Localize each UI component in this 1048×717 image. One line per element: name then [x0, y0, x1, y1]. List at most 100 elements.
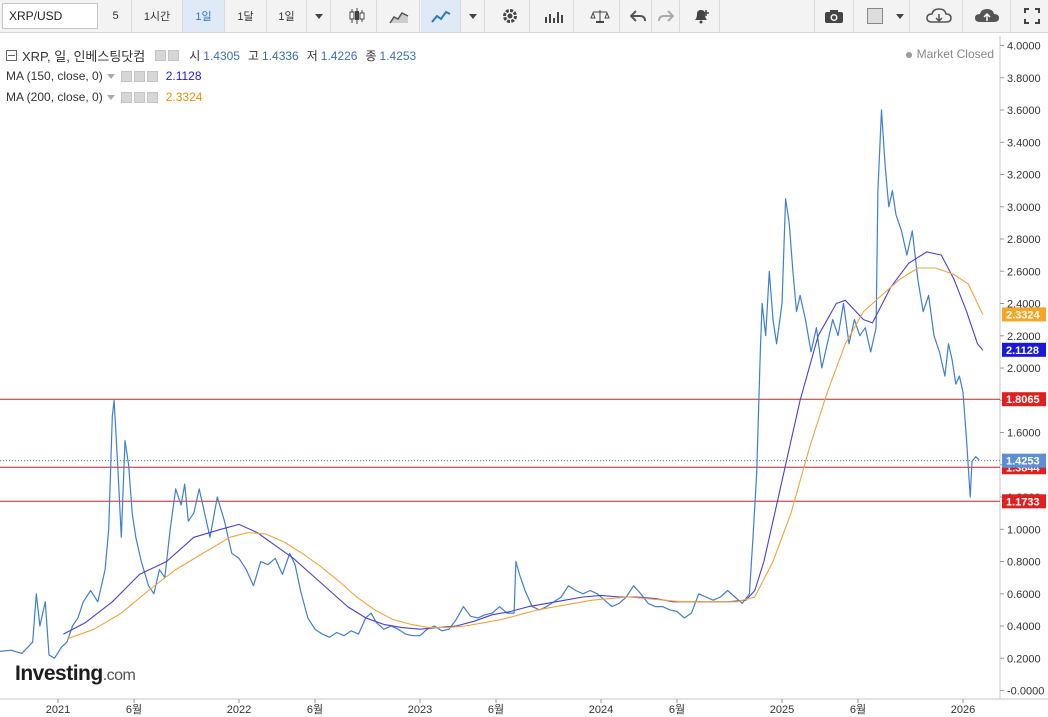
last-price-tag	[1002, 453, 1046, 468]
scale-icon	[589, 10, 610, 23]
y-tick-label: 2.8000	[1007, 234, 1041, 246]
area-chart-button[interactable]	[378, 0, 420, 32]
level-price-tag	[1002, 494, 1046, 509]
logo-main: Investing	[15, 662, 103, 685]
interval-5[interactable]: 5	[100, 0, 132, 32]
y-tick-label: 0.6000	[1007, 589, 1041, 601]
settings-button[interactable]	[490, 0, 530, 32]
toolbar: XRP/USD 5 1시간 1일 1달 1일	[0, 0, 1048, 33]
undo-button[interactable]	[624, 0, 652, 32]
x-tick-label: 2026	[951, 704, 975, 716]
level-price-tag-label: 1.1733	[1006, 496, 1040, 508]
last-price-tag-label: 1.4253	[1006, 456, 1040, 468]
legend-main: XRP, 일, 인베스팅닷컴 시 1.4305 고 1.4336 저 1.4226 종…	[6, 46, 424, 65]
legend-ma150: MA (150, close, 0) 2.1128	[6, 69, 202, 83]
settings-mini-icon[interactable]	[133, 70, 145, 82]
symbol-input[interactable]: XRP/USD	[2, 3, 98, 29]
ma200-value: 2.3324	[165, 90, 203, 104]
interval-dropdown-button[interactable]	[307, 0, 331, 32]
close-icon[interactable]	[146, 70, 158, 82]
y-tick-label: 1.0000	[1007, 524, 1041, 536]
redo-icon	[657, 10, 674, 22]
visibility-icon[interactable]	[120, 91, 132, 103]
y-tick-label: 3.2000	[1007, 170, 1041, 182]
camera-icon	[825, 10, 843, 23]
line-chart-button[interactable]	[421, 0, 461, 32]
screenshot-button[interactable]	[814, 0, 854, 32]
level-price-tag-label: 1.8065	[1006, 394, 1040, 406]
y-tick-label: 0.8000	[1007, 557, 1041, 569]
low-label: 저	[306, 49, 318, 63]
collapse-legend-icon[interactable]	[6, 50, 17, 61]
template-button[interactable]	[860, 0, 890, 32]
status-dot-icon	[905, 51, 912, 58]
indicators-icon	[544, 12, 563, 23]
chart-type-dropdown[interactable]	[461, 0, 485, 32]
x-tick-label: 2024	[589, 704, 613, 716]
high-label: 고	[247, 49, 260, 63]
legend-title: XRP, 일, 인베스팅닷컴	[22, 49, 146, 64]
chevron-down-icon[interactable]	[106, 94, 115, 100]
y-tick-label: 3.8000	[1007, 73, 1041, 85]
y-tick-label: 1.8000	[1007, 395, 1041, 407]
redo-button[interactable]	[652, 0, 680, 32]
close-label: 종	[365, 49, 377, 63]
compare-button[interactable]	[580, 0, 620, 32]
ma150-value: 2.1128	[165, 69, 202, 83]
price-chart[interactable]: 4.0000 3.8000 3.6000 3.4000 3.2000 3.0000 2.80…	[0, 0, 1048, 717]
x-tick-label: 6월	[850, 703, 866, 716]
cloud-download-icon	[925, 8, 952, 23]
ma200-price-tag	[1002, 307, 1046, 322]
y-tick-label: 1.6000	[1007, 428, 1041, 440]
template-dropdown[interactable]	[890, 0, 910, 32]
legend-ma200: MA (200, close, 0) 2.3324	[6, 90, 202, 104]
area-chart-icon	[388, 12, 408, 24]
fullscreen-button[interactable]	[1015, 0, 1048, 32]
y-tick-label: 3.6000	[1007, 105, 1041, 117]
visibility-icon[interactable]	[155, 50, 167, 61]
ma200-price-tag-label: 2.3324	[1006, 309, 1041, 321]
y-tick-label: 4.0000	[1007, 41, 1041, 53]
square-icon	[867, 8, 883, 24]
market-status: Market Closed	[905, 47, 994, 61]
ma200-label: MA (200, close, 0)	[6, 90, 103, 104]
visibility-icon[interactable]	[120, 70, 132, 82]
x-tick-label: 6월	[669, 703, 685, 716]
cloud-save-button[interactable]	[963, 0, 1011, 32]
interval-1-month[interactable]: 1달	[225, 0, 267, 32]
cloud-load-button[interactable]	[915, 0, 963, 32]
close-icon[interactable]	[146, 91, 158, 103]
candle-chart-button[interactable]	[337, 0, 377, 32]
y-tick-label: -0.0000	[1007, 686, 1044, 698]
ma150-series-line	[63, 251, 984, 635]
ma150-price-tag-label: 2.1128	[1006, 345, 1039, 357]
indicators-button[interactable]	[534, 0, 574, 32]
interval-custom[interactable]: 1일	[267, 0, 307, 32]
level-price-tag-label: 1.3844	[1006, 462, 1041, 474]
y-tick-label: 3.0000	[1007, 202, 1041, 214]
x-tick-label: 2022	[227, 704, 251, 716]
level-price-tag	[1002, 392, 1046, 407]
chevron-down-icon[interactable]	[106, 73, 115, 79]
y-tick-label: 0.2000	[1007, 653, 1041, 665]
close-value: 1.4253	[379, 48, 417, 63]
x-tick-label: 6월	[126, 703, 142, 716]
investing-logo: Investing.com	[15, 662, 136, 686]
high-value: 1.4336	[262, 48, 299, 63]
bell-plus-icon	[694, 10, 709, 24]
interval-1-hour[interactable]: 1시간	[132, 0, 183, 32]
fullscreen-icon	[1023, 8, 1040, 24]
x-tick-label: 2025	[770, 704, 794, 716]
alert-button[interactable]	[682, 0, 720, 32]
line-chart-icon	[430, 10, 450, 23]
price-series-line	[0, 109, 980, 659]
y-tick-label: 2.2000	[1007, 331, 1041, 343]
y-tick-label: 3.4000	[1007, 137, 1041, 149]
interval-1-day[interactable]: 1일	[183, 0, 225, 32]
settings-mini-icon[interactable]	[168, 50, 180, 61]
x-tick-label: 6월	[488, 703, 504, 716]
low-value: 1.4226	[320, 48, 358, 63]
settings-mini-icon[interactable]	[133, 91, 145, 103]
market-status-text: Market Closed	[916, 47, 994, 61]
y-tick-label: 2.4000	[1007, 299, 1041, 311]
